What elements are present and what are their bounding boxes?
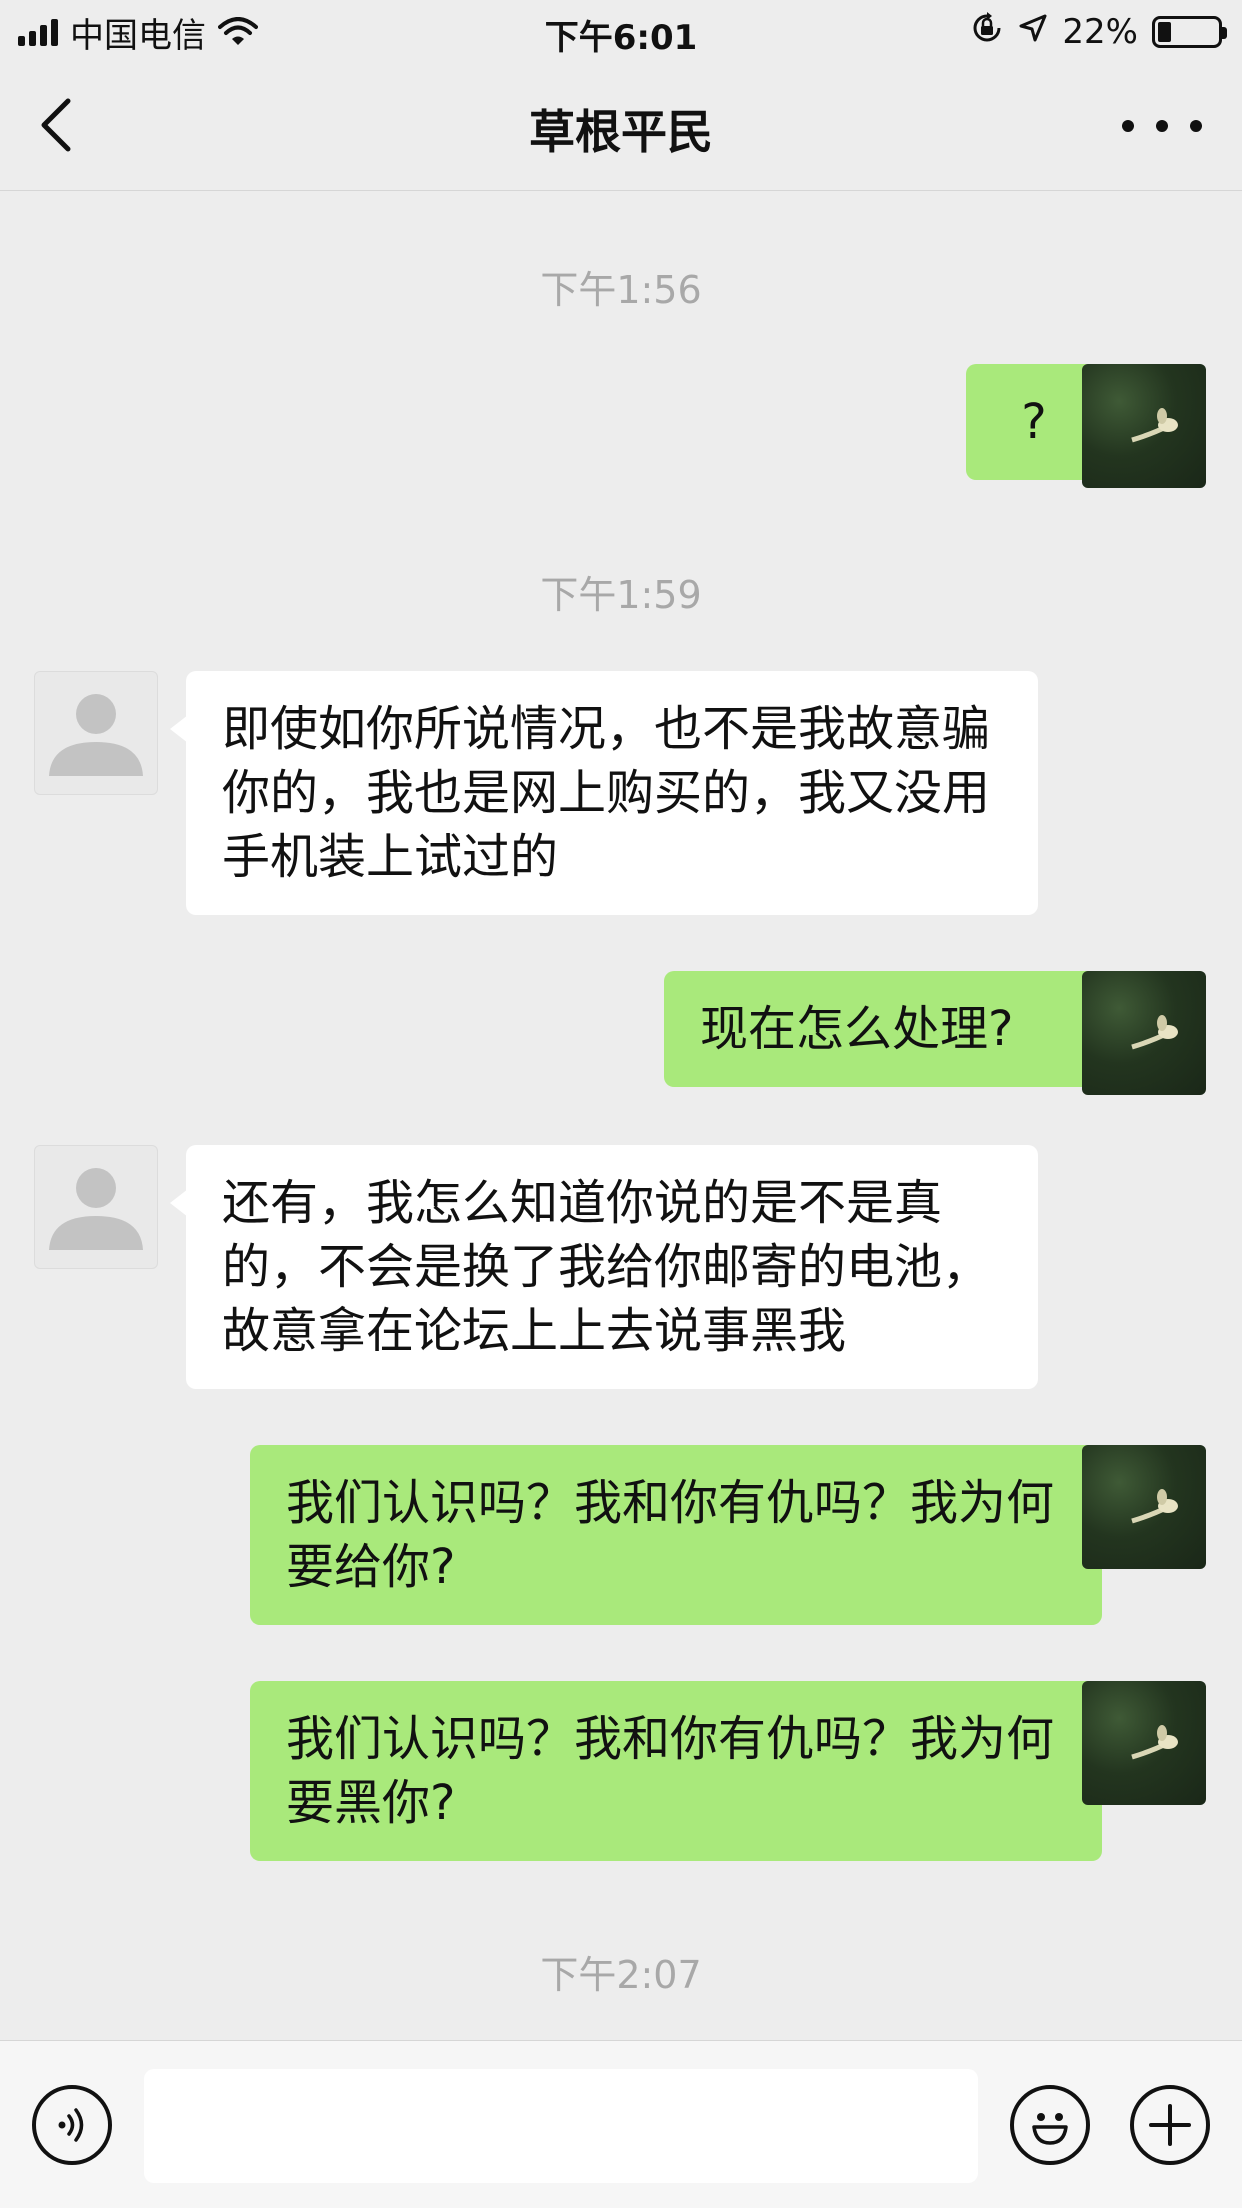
more-dot-icon	[1190, 120, 1202, 132]
timestamp: 下午1:59	[540, 573, 702, 617]
chat-area[interactable]: 下午1:56 ? 下午1:59 即使如你所说情况，也不是我故意骗你的，我也是网上…	[0, 191, 1242, 2039]
default-user-icon	[49, 1168, 143, 1250]
message-bubble-self[interactable]: 现在怎么处理?	[664, 971, 1118, 1087]
plus-icon	[1149, 2104, 1191, 2146]
message-bubble-self[interactable]: 我们认识吗？我和你有仇吗？我为何要给你?	[250, 1445, 1118, 1625]
avatar-other[interactable]	[34, 671, 158, 795]
avatar-self[interactable]	[1082, 1445, 1206, 1569]
battery-percent: 22%	[1062, 12, 1138, 52]
timestamp: 下午1:56	[540, 268, 702, 312]
more-dot-icon	[1156, 120, 1168, 132]
more-options-button[interactable]	[1122, 106, 1202, 146]
message-bubble-self[interactable]: 我们认识吗？我和你有仇吗？我为何要黑你?	[250, 1681, 1118, 1861]
voice-button[interactable]	[32, 2085, 112, 2165]
flower-image	[1131, 1725, 1178, 1760]
flower-image	[1131, 1015, 1178, 1050]
message-bubble-other[interactable]: 即使如你所说情况，也不是我故意骗你的，我也是网上购买的，我又没用手机装上试过的	[170, 671, 1038, 915]
timestamp: 下午2:07	[540, 1953, 702, 1997]
avatar-self[interactable]	[1082, 971, 1206, 1095]
input-bar	[0, 2040, 1242, 2208]
voice-icon	[58, 2108, 84, 2142]
smiley-icon	[1032, 2113, 1068, 2145]
avatar-self[interactable]	[1082, 1681, 1206, 1805]
more-dot-icon	[1122, 120, 1134, 132]
location-icon	[1018, 12, 1048, 52]
orientation-lock-icon	[970, 11, 1004, 54]
battery-icon	[1152, 16, 1227, 48]
chat-screen: 中国电信 下午6:01 22% 草根平民 下午1:56 ? 下午1:59 即使如…	[0, 0, 1242, 2208]
chat-title: 草根平民	[529, 105, 713, 159]
flower-image	[1131, 1489, 1178, 1524]
add-button[interactable]	[1130, 2085, 1210, 2165]
avatar-other[interactable]	[34, 1145, 158, 1269]
avatar-self[interactable]	[1082, 364, 1206, 488]
default-user-icon	[49, 694, 143, 776]
message-bubble-other[interactable]: 还有，我怎么知道你说的是不是真的，不会是换了我给你邮寄的电池，故意拿在论坛上上去…	[170, 1145, 1038, 1389]
status-right: 22%	[970, 10, 1227, 54]
flower-image	[1131, 408, 1178, 443]
status-bar: 中国电信 下午6:01 22%	[0, 0, 1242, 62]
nav-bar: 草根平民	[0, 62, 1242, 191]
message-input[interactable]	[144, 2069, 978, 2183]
emoji-button[interactable]	[1010, 2085, 1090, 2165]
